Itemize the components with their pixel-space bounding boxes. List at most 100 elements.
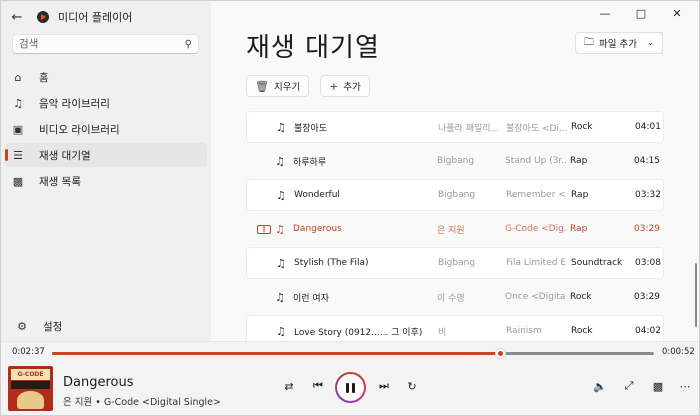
pause-button[interactable] (335, 372, 366, 403)
search-icon[interactable]: ⚲ (185, 39, 192, 50)
next-icon[interactable]: ⏭ (376, 378, 392, 394)
music-note-icon: ♫ (275, 154, 285, 168)
close-icon[interactable]: ✕ (659, 3, 695, 23)
queue-title: Dangerous (293, 224, 342, 234)
title-bar: ← 미디어 플레이어 (1, 1, 211, 33)
queue-duration: 04:01 (635, 122, 661, 132)
queue-row[interactable]: ♫ Love Story (0912...... 그 이후) 비 Rainism Roc… (246, 315, 664, 341)
add-label: 추가 (343, 82, 361, 93)
music-note-icon: ♫ (276, 324, 286, 338)
now-playing-subtitle: 은 지원 • G-Code <Digital Single> (63, 397, 221, 408)
nav-item-playlists[interactable]: ▩ 재생 목록 (5, 169, 207, 193)
queue-genre: Rap (570, 156, 588, 166)
seek-bar[interactable] (52, 348, 654, 359)
seek-bar-fill (52, 352, 501, 355)
queue-artist: 비 (438, 327, 447, 338)
queue-row[interactable]: ♫ 불장아도 나플라 패밀리... 불장아도 <Di... Rock 04:01 (246, 111, 664, 143)
album-art[interactable]: G-CODE (8, 366, 53, 411)
sidebar: ← 미디어 플레이어 ⚲ ⌂ 홈 ♫ 음악 라이브러리 ▣ 비디오 라이브러리 … (1, 1, 211, 341)
queue-duration: 03:32 (635, 190, 661, 200)
back-arrow-icon[interactable]: ← (1, 1, 33, 33)
more-options-icon[interactable]: ⋯ (677, 378, 693, 394)
queue-album: Fila Limited E... (506, 258, 567, 268)
queue-artist: Bigbang (437, 156, 475, 166)
queue-artist: Bigbang (438, 258, 476, 268)
search-input[interactable] (19, 38, 185, 50)
nav-label-playlists: 재생 목록 (39, 175, 81, 188)
queue-genre: Rock (571, 122, 593, 132)
queue-duration: 03:29 (634, 224, 660, 234)
clear-button[interactable]: 🗑 지우기 (246, 75, 310, 97)
previous-icon[interactable]: ⏮ (310, 378, 326, 394)
queue-title: Love Story (0912...... 그 이후) (294, 327, 423, 338)
queue-album: Rainism (506, 326, 542, 336)
now-playing-indicator-icon: ‖ (257, 224, 271, 234)
album-art-figure (17, 391, 44, 409)
album-art-band (11, 381, 50, 389)
queue-row[interactable]: ‖ ♫ Dangerous 은 지원 G-Code <Dig... Rap 03:29 (246, 213, 664, 245)
queue-duration: 04:02 (635, 326, 661, 336)
nav-item-home[interactable]: ⌂ 홈 (5, 65, 207, 89)
trash-icon: 🗑 (255, 79, 269, 93)
nav-item-play-queue[interactable]: ☰ 재생 대기열 (5, 143, 207, 167)
nav-item-settings[interactable]: ⚙ 설정 (9, 314, 203, 338)
music-note-icon: ♫ (276, 256, 286, 270)
queue-title: 이런 여자 (293, 293, 329, 304)
minimize-icon[interactable]: — (587, 3, 623, 23)
search-box[interactable]: ⚲ (12, 34, 199, 54)
queue-album: Stand Up (3r... (505, 156, 566, 166)
music-note-icon: ♫ (276, 188, 286, 202)
queue-title: 하루하루 (293, 157, 327, 168)
main-content: — □ ✕ 재생 대기열 🗀 파일 추가 ⌄ 🗑 지우기 + 추가 ♫ 불장아도 나… (211, 1, 699, 341)
album-art-logo: G-CODE (11, 369, 50, 380)
music-note-icon: ♫ (275, 222, 285, 236)
home-icon: ⌂ (14, 70, 22, 84)
nav-label-settings: 설정 (43, 320, 63, 333)
nav-item-music-library[interactable]: ♫ 음악 라이브러리 (5, 91, 207, 115)
elapsed-time: 0:02:37 (12, 347, 45, 357)
queue-row[interactable]: ♫ 이런 여자 이 수영 Once <Digita... Rock 03:29 (246, 281, 664, 313)
queue-genre: Rap (570, 224, 588, 234)
plus-icon: + (329, 79, 339, 93)
queue-duration: 03:08 (635, 258, 661, 268)
queue-duration: 04:15 (634, 156, 660, 166)
window-controls: — □ ✕ (587, 3, 695, 23)
queue-artist: 은 지원 (437, 225, 465, 236)
queue-title: Wonderful (294, 190, 340, 200)
seek-thumb[interactable] (495, 348, 507, 359)
queue-genre: Soundtrack (571, 258, 623, 268)
now-playing-title: Dangerous (63, 375, 134, 390)
queue-genre: Rock (570, 292, 592, 302)
repeat-icon[interactable]: ↻ (404, 378, 420, 394)
queue-list-icon: ☰ (13, 148, 23, 162)
queue-row[interactable]: ♫ Stylish (The Fila) Bigbang Fila Limited E… (246, 247, 664, 279)
queue-artist: 나플라 패밀리... (438, 123, 500, 134)
playlist-icon: ▩ (12, 174, 24, 188)
queue-title: Stylish (The Fila) (294, 258, 369, 268)
mini-player-icon[interactable]: ▩ (650, 378, 666, 394)
nav-item-video-library[interactable]: ▣ 비디오 라이브러리 (5, 117, 207, 141)
music-note-icon: ♫ (276, 120, 286, 134)
queue-genre: Rock (571, 326, 593, 336)
clear-label: 지우기 (273, 82, 301, 93)
queue-row[interactable]: ♫ 하루하루 Bigbang Stand Up (3r... Rap 04:15 (246, 145, 664, 177)
volume-icon[interactable]: 🔈 (592, 378, 608, 394)
chevron-down-icon[interactable]: ⌄ (639, 32, 663, 54)
queue-list: ♫ 불장아도 나플라 패밀리... 불장아도 <Di... Rock 04:01 ♫ 하루하루… (246, 111, 664, 341)
nav-label-music-library: 음악 라이브러리 (39, 97, 110, 110)
queue-album: Remember <... (506, 190, 567, 200)
app-logo-icon (37, 11, 49, 23)
queue-row[interactable]: ♫ Wonderful Bigbang Remember <... Rap 03:32 (246, 179, 664, 211)
nav-label-video-library: 비디오 라이브러리 (39, 123, 120, 136)
shuffle-icon[interactable]: ⇄ (281, 378, 297, 394)
fullscreen-icon[interactable]: ⤢ (621, 378, 637, 394)
add-button[interactable]: + 추가 (320, 75, 370, 97)
maximize-icon[interactable]: □ (623, 3, 659, 23)
queue-artist: Bigbang (438, 190, 476, 200)
queue-title: 불장아도 (294, 123, 328, 134)
music-note-icon: ♫ (275, 290, 285, 304)
nav-label-home: 홈 (39, 71, 49, 84)
queue-duration: 03:29 (634, 292, 660, 302)
remaining-time: 0:00:52 (662, 347, 695, 357)
scrollbar[interactable] (695, 263, 697, 327)
